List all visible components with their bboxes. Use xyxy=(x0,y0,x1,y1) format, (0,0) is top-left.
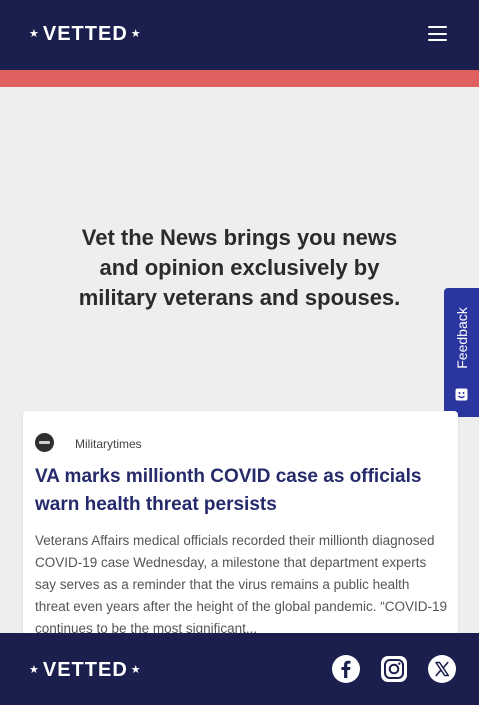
hero-headline: Vet the News brings you news and opinion… xyxy=(78,225,401,310)
feedback-smile-icon xyxy=(455,388,468,401)
feedback-button[interactable]: Feedback xyxy=(444,288,479,417)
vetted-logo[interactable]: ★ VETTED ★ xyxy=(29,24,142,44)
logo-star-right-icon: ★ xyxy=(130,663,142,676)
logo-star-right-icon: ★ xyxy=(130,27,142,40)
militarytimes-logo-icon xyxy=(35,433,54,452)
x-twitter-icon[interactable] xyxy=(428,655,456,683)
facebook-icon[interactable] xyxy=(332,655,360,683)
menu-line xyxy=(428,32,447,35)
site-footer: ★ VETTED ★ xyxy=(0,633,479,705)
article-title[interactable]: VA marks millionth COVID case as officia… xyxy=(35,463,435,519)
article-excerpt: Veterans Affairs medical officials recor… xyxy=(35,533,447,636)
site-header: ★ VETTED ★ xyxy=(0,0,479,70)
article-source: Militarytimes xyxy=(75,437,142,451)
instagram-icon[interactable] xyxy=(380,655,408,683)
menu-line xyxy=(428,26,447,28)
footer-vetted-logo[interactable]: ★ VETTED ★ xyxy=(29,660,142,680)
hamburger-menu-icon[interactable] xyxy=(428,26,447,41)
logo-star-left-icon: ★ xyxy=(29,663,40,676)
logo-star-left-icon: ★ xyxy=(29,27,40,40)
feedback-label: Feedback xyxy=(453,307,470,369)
menu-line xyxy=(428,39,447,41)
article-card[interactable]: Militarytimes VA marks millionth COVID c… xyxy=(23,411,458,651)
logo-text: VETTED xyxy=(42,659,128,681)
accent-bar xyxy=(0,70,479,87)
logo-text: VETTED xyxy=(42,23,128,45)
